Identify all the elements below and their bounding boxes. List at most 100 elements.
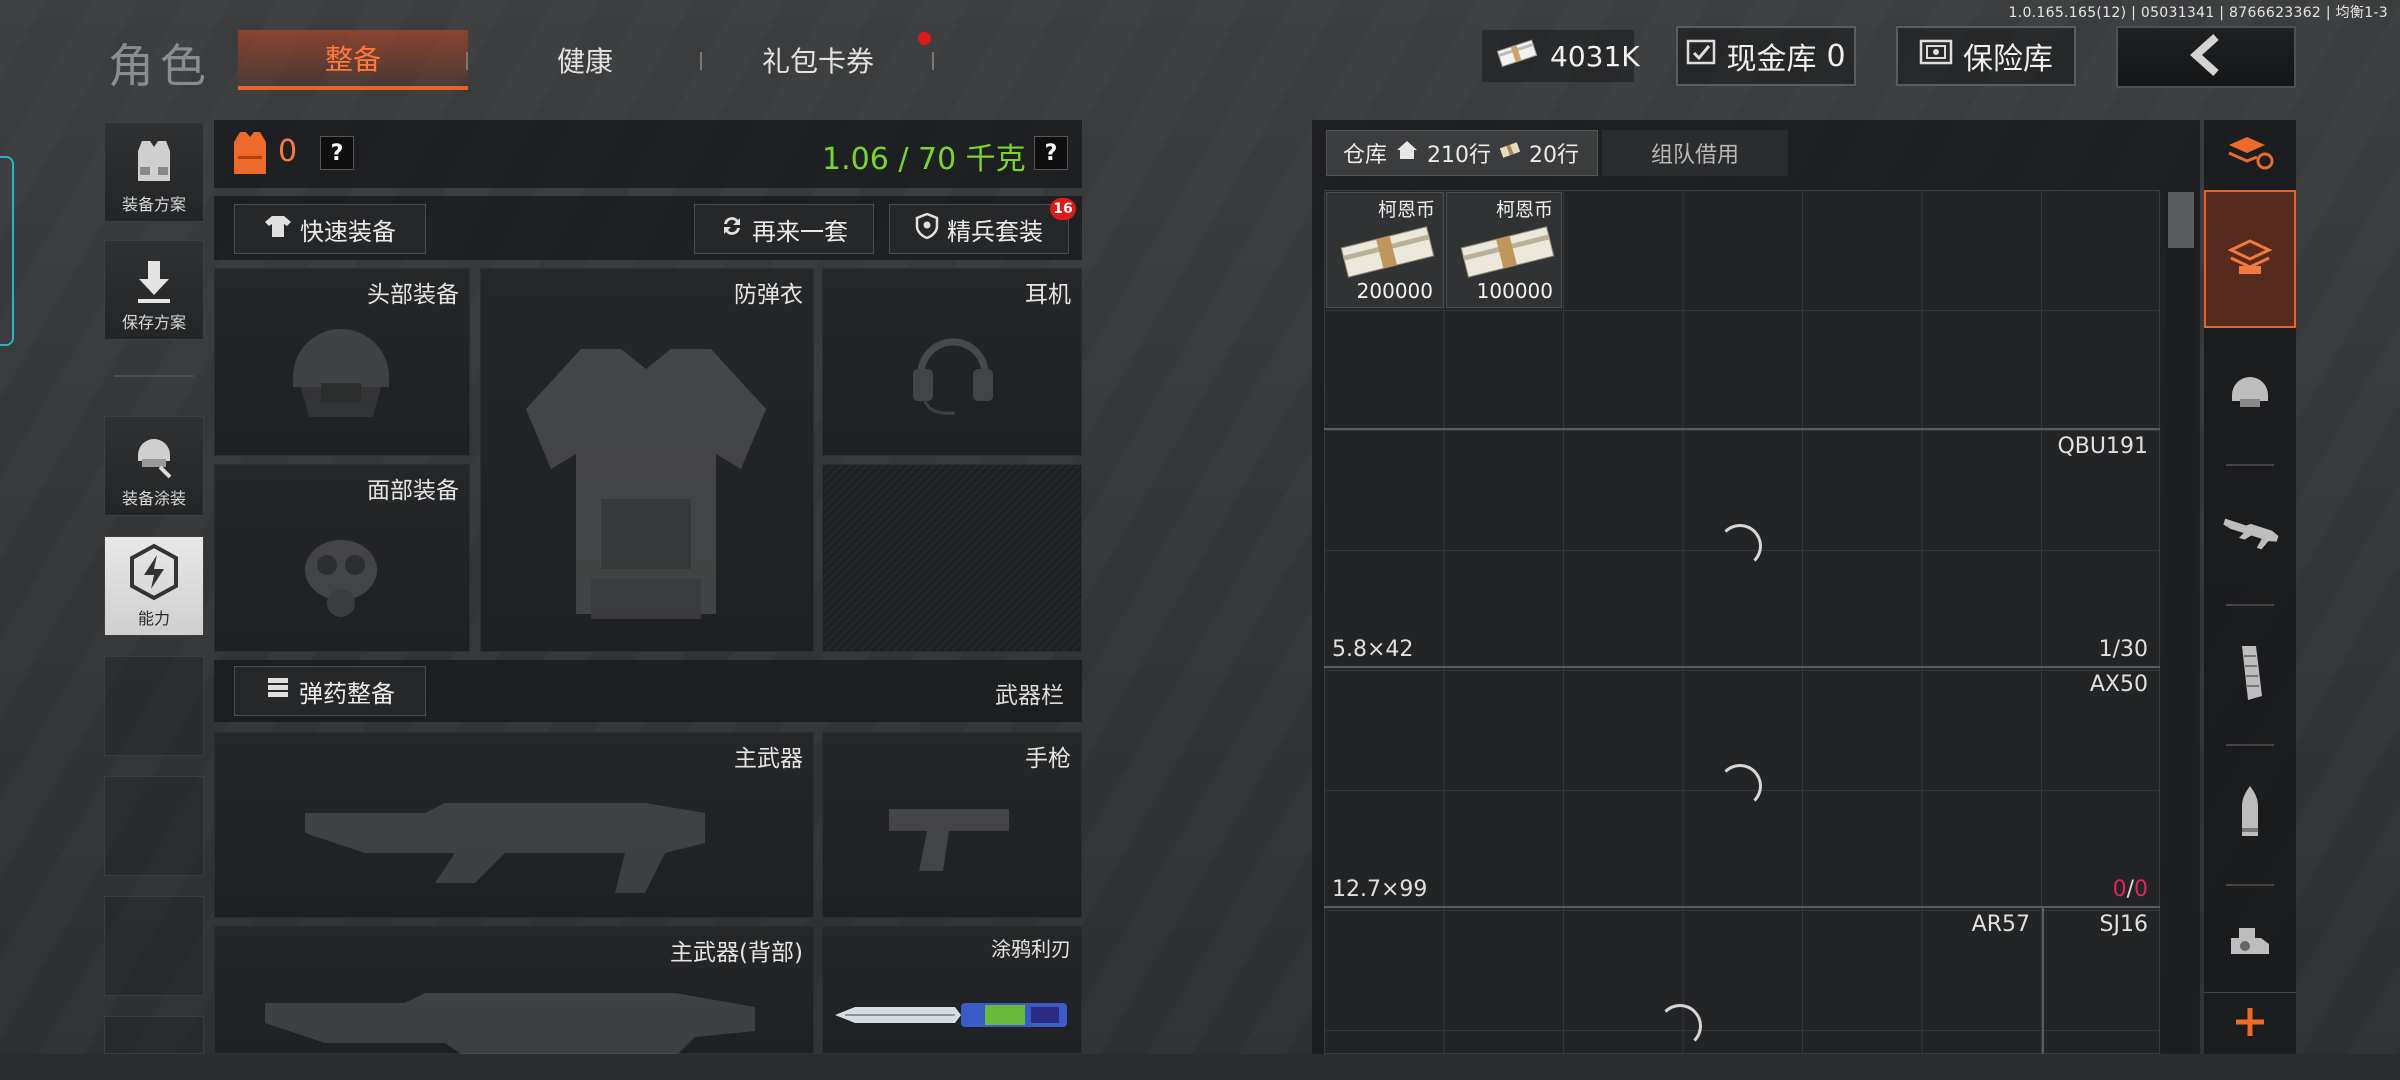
weapon-group-ar57[interactable]: AR57 — [1324, 908, 2042, 1054]
loadout-plan-button[interactable]: 装备方案 — [104, 122, 204, 222]
gas-mask-icon — [291, 525, 391, 629]
elite-kit-button[interactable]: 精兵套装 — [889, 204, 1069, 254]
slot-label: 主武器 — [734, 746, 803, 772]
build-info: 1.0.165.165(12) | 05031341 | 8766623362 … — [2008, 5, 2388, 21]
cash-bundle-icon — [1457, 219, 1557, 285]
pistol-slot[interactable]: 手枪 — [822, 732, 1082, 918]
check-card-icon — [1686, 38, 1716, 74]
headset-slot[interactable]: 耳机 — [822, 268, 1082, 456]
category-all[interactable] — [2204, 190, 2296, 328]
weapon-ammo: 1/30 — [2098, 637, 2148, 662]
side-drawer-handle[interactable] — [0, 156, 14, 346]
quick-equip-button[interactable]: 快速装备 — [234, 204, 426, 254]
ammo-stack-icon — [265, 675, 291, 707]
rifle-icon — [305, 773, 725, 907]
scrollbar-thumb[interactable] — [2168, 192, 2194, 248]
equipment-paint-button[interactable]: 装备涂装 — [104, 416, 204, 516]
ability-icon — [126, 543, 182, 605]
sidebar-separator — [2226, 744, 2274, 746]
warehouse-label: 仓库 — [1343, 143, 1388, 168]
add-button[interactable] — [2204, 992, 2296, 1054]
back-button[interactable] — [2116, 26, 2296, 88]
butterfly-knife-icon — [835, 997, 1071, 1037]
again-label: 再来一套 — [752, 217, 848, 246]
ability-button[interactable]: 能力 — [104, 536, 204, 636]
sidebar-item-label: 装备方案 — [121, 195, 186, 214]
help-button[interactable]: ? — [320, 136, 354, 170]
tab-gift-cards[interactable]: 礼包卡券 — [703, 30, 933, 90]
sort-refresh-button[interactable] — [2204, 120, 2296, 190]
head-gear-slot[interactable]: 头部装备 — [214, 268, 470, 456]
cash-vault-value: 0 — [1826, 38, 1846, 74]
weight-help-button[interactable]: ? — [1034, 136, 1068, 170]
slot-label: 耳机 — [1025, 282, 1071, 308]
team-borrow-tab[interactable]: 组队借用 — [1602, 130, 1788, 176]
ammo-prep-button[interactable]: 弹药整备 — [234, 666, 426, 716]
locked-slot — [822, 464, 1082, 652]
cash-vault-label: 现金库 — [1726, 42, 1817, 77]
slot-label: 头部装备 — [367, 282, 459, 308]
slot-label: 主武器(背部) — [670, 940, 803, 966]
empty-slot — [104, 776, 204, 876]
category-attachments[interactable] — [2204, 890, 2296, 1000]
safe-button[interactable]: 保险库 — [1896, 26, 2076, 86]
refresh-icon — [720, 214, 744, 244]
body-armor-slot[interactable]: 防弹衣 — [480, 268, 814, 652]
safe-label: 保险库 — [1963, 42, 2053, 77]
weapon-group-qbu191[interactable]: QBU191 5.8×42 1/30 — [1324, 430, 2160, 666]
primary-weapon-slot[interactable]: 主武器 — [214, 732, 814, 918]
face-gear-slot[interactable]: 面部装备 — [214, 464, 470, 652]
weight-display: 1.06 / 70 千克 — [822, 142, 1026, 177]
save-plan-button[interactable]: 保存方案 — [104, 240, 204, 340]
category-gear[interactable] — [2204, 328, 2296, 458]
loadout-header: 0 ? 1.06 / 70 千克 ? — [214, 120, 1082, 188]
shirt-icon — [264, 214, 292, 244]
sidebar-item-label: 能力 — [137, 609, 170, 628]
slot-label: 防弹衣 — [734, 282, 803, 308]
tab-label: 健康 — [556, 45, 613, 78]
primary-back-weapon-slot[interactable]: 主武器(背部) — [214, 926, 814, 1057]
tab-separator — [932, 52, 934, 70]
helmet-paint-icon — [130, 431, 178, 485]
all-items-icon — [2225, 232, 2275, 286]
warehouse-scrollbar[interactable] — [2166, 190, 2196, 1054]
warehouse-tab[interactable]: 仓库 210行 20行 — [1326, 130, 1598, 176]
weapon-group-ax50[interactable]: AX50 12.7×99 0/0 — [1324, 668, 2160, 906]
koen-coin-item[interactable]: 柯恩币 200000 — [1326, 192, 1444, 308]
empty-slot — [104, 656, 204, 756]
page-title: 角色 — [108, 39, 212, 93]
attachment-icon — [2225, 920, 2275, 970]
category-magazines[interactable] — [2204, 610, 2296, 740]
tab-separator — [466, 52, 468, 70]
chevron-left-icon — [2186, 33, 2226, 81]
sidebar-item-label: 装备涂装 — [121, 489, 186, 508]
again-button[interactable]: 再来一套 — [694, 204, 874, 254]
koen-coin-item[interactable]: 柯恩币 100000 — [1446, 192, 1562, 308]
pistol-icon — [889, 789, 1019, 883]
tab-health[interactable]: 健康 — [470, 30, 700, 90]
sidebar-separator — [2226, 604, 2274, 606]
elite-kit-label: 精兵套装 — [947, 217, 1043, 246]
rifle-back-icon — [265, 983, 785, 1059]
knife-slot[interactable]: 涂鸦利刃 — [822, 926, 1082, 1054]
tab-loadout[interactable]: 整备 — [238, 30, 468, 90]
item-name: 柯恩币 — [1495, 199, 1553, 221]
loading-spinner-icon — [1658, 1004, 1702, 1048]
weapon-group-sj16[interactable]: SJ16 — [2044, 908, 2160, 1054]
empty-slot — [104, 896, 204, 996]
weapon-caliber: 12.7×99 — [1332, 877, 1428, 902]
vest-plan-icon — [130, 137, 178, 191]
safe-icon — [1919, 38, 1953, 74]
bottom-bar — [0, 1054, 2400, 1080]
category-ammo[interactable] — [2204, 750, 2296, 880]
weapon-name: QBU191 — [2057, 434, 2148, 459]
quick-equip-label: 快速装备 — [300, 217, 396, 246]
cash-vault-button[interactable]: 现金库 0 — [1676, 26, 1856, 86]
weapon-name: AX50 — [2089, 672, 2148, 697]
notification-dot — [918, 32, 931, 45]
body-armor-icon — [511, 339, 781, 633]
headset-icon — [903, 319, 1003, 423]
add-icon — [2233, 1005, 2267, 1043]
rifle-icon — [2220, 513, 2280, 557]
category-weapons[interactable] — [2204, 470, 2296, 600]
